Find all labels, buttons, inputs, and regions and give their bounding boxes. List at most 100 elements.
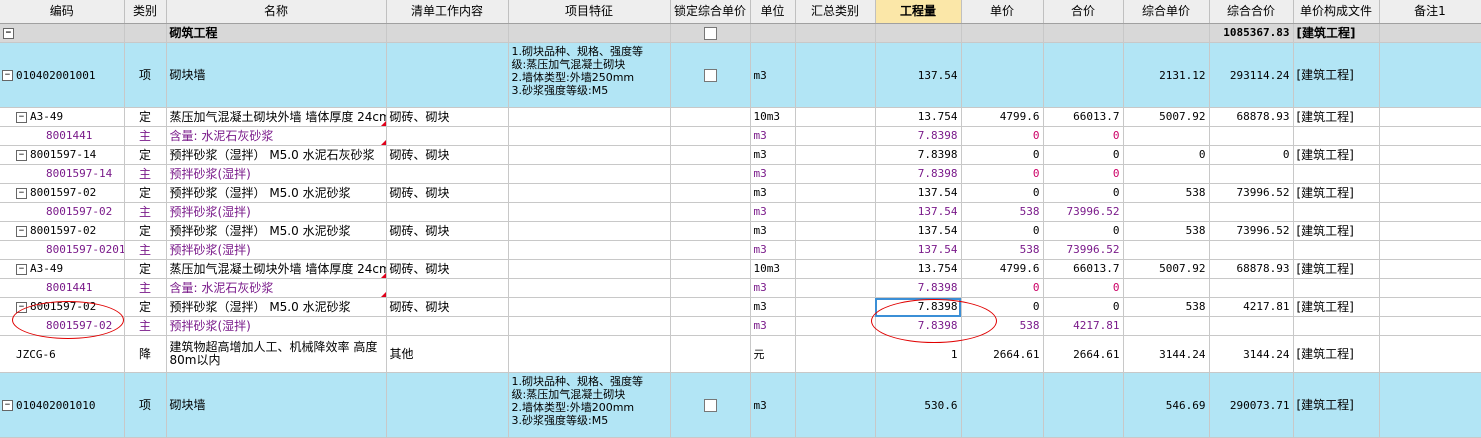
row-quantity[interactable]: 13.754: [875, 107, 962, 127]
collapse-icon[interactable]: [16, 187, 27, 199]
row-code: JZCG-6: [0, 335, 125, 373]
column-header-row: 编码 类别 名称 清单工作内容 项目特征 锁定综合单价 单位 汇总类别 工程量 …: [0, 0, 1481, 24]
row-quantity[interactable]: 1: [875, 335, 962, 373]
collapse-icon[interactable]: [3, 28, 14, 39]
col-type[interactable]: 类别: [124, 0, 167, 24]
lock-checkbox[interactable]: [703, 27, 717, 40]
quota-row[interactable]: A3-49定蒸压加气混凝土砌块外墙 墙体厚度 24cm砌砖、砌块 10m3 13.7…: [0, 259, 1481, 279]
collapse-icon[interactable]: [16, 263, 27, 275]
row-composite-total: 73996.52: [1209, 183, 1294, 203]
row-quantity[interactable]: 7.8398: [875, 145, 962, 165]
row-quantity[interactable]: 7.8398: [875, 126, 962, 146]
col-total-price[interactable]: 合价: [1043, 0, 1124, 24]
collapse-icon[interactable]: [16, 225, 27, 237]
row-composite-price: [1123, 164, 1210, 184]
row-work-content: 其他: [386, 335, 509, 373]
row-quantity[interactable]: 137.54: [875, 202, 962, 222]
quota-row[interactable]: 8001597-14定预拌砂浆（湿拌） M5.0 水泥石灰砂浆砌砖、砌块 m3 7.…: [0, 145, 1481, 165]
material-row[interactable]: 8001597-0201 主预拌砂浆(湿拌) m3 137.54 538 73996.52: [0, 240, 1481, 260]
item-features: 1.砌块品种、规格、强度等 级:蒸压加气混凝土砌块 2.墙体类型:外墙200mm 3.…: [508, 372, 671, 438]
section-row[interactable]: 砌筑工程 1085367.83 [建筑工程]: [0, 23, 1481, 43]
row-type: 定: [124, 183, 167, 203]
row-total-price: 0: [1043, 164, 1124, 184]
item-unit: m3: [750, 42, 796, 108]
collapse-icon[interactable]: [2, 70, 13, 81]
row-file: [建筑工程]: [1293, 107, 1380, 127]
row-file: [1293, 240, 1380, 260]
quota-row[interactable]: 8001597-02定预拌砂浆（湿拌） M5.0 水泥砂浆砌砖、砌块 m3 137.…: [0, 221, 1481, 241]
material-row[interactable]: 8001441 主含量: 水泥石灰砂浆 m3 7.8398 0 0: [0, 278, 1481, 298]
row-unit-price: 0: [961, 183, 1044, 203]
row-composite-price: [1123, 202, 1210, 222]
row-code: A3-49: [0, 259, 125, 279]
row-composite-price: [1123, 126, 1210, 146]
row-composite-total: [1209, 126, 1294, 146]
material-row[interactable]: 8001597-14 主预拌砂浆(湿拌) m3 7.8398 0 0: [0, 164, 1481, 184]
collapse-icon[interactable]: [16, 111, 27, 123]
item-quantity[interactable]: 530.6: [875, 372, 962, 438]
row-quantity[interactable]: 7.8398: [875, 164, 962, 184]
row-quantity[interactable]: 137.54: [875, 240, 962, 260]
row-type: 主: [124, 278, 167, 298]
col-summary-category[interactable]: 汇总类别: [795, 0, 876, 24]
row-work-content: 砌砖、砌块: [386, 145, 509, 165]
row-quantity[interactable]: 7.8398: [875, 278, 962, 298]
row-unit: m3: [750, 221, 796, 241]
row-unit: 10m3: [750, 259, 796, 279]
col-work-content[interactable]: 清单工作内容: [386, 0, 509, 24]
col-quantity[interactable]: 工程量: [875, 0, 962, 24]
row-quantity[interactable]: 137.54: [875, 183, 962, 203]
quota-row[interactable]: JZCG-6 降建筑物超高增加人工、机械降效率 高度80m以内 其他元 1 2664.6…: [0, 335, 1481, 373]
lock-checkbox[interactable]: [703, 398, 717, 412]
collapse-icon[interactable]: [2, 400, 13, 411]
row-quantity[interactable]: 13.754: [875, 259, 962, 279]
row-total-price: 66013.7: [1043, 259, 1124, 279]
col-features[interactable]: 项目特征: [508, 0, 671, 24]
item-row[interactable]: 010402001010 项 砌块墙 1.砌块品种、规格、强度等级:蒸压加气混凝…: [0, 372, 1481, 438]
row-work-content: 砌砖、砌块: [386, 183, 509, 203]
col-remark[interactable]: 备注1: [1379, 0, 1481, 24]
row-quantity[interactable]: 7.8398: [875, 316, 962, 336]
row-name: 预拌砂浆（湿拌） M5.0 水泥砂浆: [166, 297, 387, 317]
row-file: [建筑工程]: [1293, 297, 1380, 317]
row-work-content: 砌砖、砌块: [386, 221, 509, 241]
row-name: 蒸压加气混凝土砌块外墙 墙体厚度 24cm: [166, 259, 387, 279]
collapse-icon[interactable]: [16, 149, 27, 161]
row-quantity[interactable]: 137.54: [875, 221, 962, 241]
row-composite-total: [1209, 240, 1294, 260]
quota-row[interactable]: A3-49定蒸压加气混凝土砌块外墙 墙体厚度 24cm砌砖、砌块 10m3 13.7…: [0, 107, 1481, 127]
row-quantity[interactable]: 7.8398: [875, 297, 962, 317]
collapse-icon[interactable]: [16, 301, 27, 313]
item-quantity[interactable]: 137.54: [875, 42, 962, 108]
item-composite-price: 2131.12: [1123, 42, 1210, 108]
row-composite-price: 538: [1123, 183, 1210, 203]
section-toggle-cell[interactable]: [0, 23, 125, 43]
col-composite-total[interactable]: 综合合价: [1209, 0, 1294, 24]
row-work-content: [386, 240, 509, 260]
material-row[interactable]: 8001597-02 主预拌砂浆(湿拌) m3 7.8398 538 4217.81: [0, 316, 1481, 336]
col-unit[interactable]: 单位: [750, 0, 796, 24]
col-code[interactable]: 编码: [0, 0, 125, 24]
quota-row[interactable]: 8001597-02定预拌砂浆（湿拌） M5.0 水泥砂浆砌砖、砌块 m3 137.…: [0, 183, 1481, 203]
material-row[interactable]: 8001597-02 主预拌砂浆(湿拌) m3 137.54 538 73996.52: [0, 202, 1481, 222]
row-type: 主: [124, 240, 167, 260]
row-unit: m3: [750, 316, 796, 336]
material-row[interactable]: 8001441 主含量: 水泥石灰砂浆 m3 7.8398 0 0: [0, 126, 1481, 146]
row-unit-price: 0: [961, 297, 1044, 317]
col-price-file[interactable]: 单价构成文件: [1293, 0, 1380, 24]
row-unit-price: 0: [961, 164, 1044, 184]
lock-checkbox[interactable]: [703, 68, 717, 82]
col-composite-unit-price[interactable]: 综合单价: [1123, 0, 1210, 24]
quota-row[interactable]: 8001597-02定预拌砂浆（湿拌） M5.0 水泥砂浆砌砖、砌块 m3 7.83…: [0, 297, 1481, 317]
col-unit-price[interactable]: 单价: [961, 0, 1044, 24]
item-row[interactable]: 010402001001 项 砌块墙 1.砌块品种、规格、强度等级:蒸压加气混凝…: [0, 42, 1481, 108]
col-lock-price[interactable]: 锁定综合单价: [670, 0, 751, 24]
row-composite-price: [1123, 316, 1210, 336]
row-unit: m3: [750, 164, 796, 184]
row-name: 预拌砂浆(湿拌): [166, 316, 387, 336]
row-composite-price: 0: [1123, 145, 1210, 165]
col-name[interactable]: 名称: [166, 0, 387, 24]
row-unit: 元: [750, 335, 796, 373]
row-composite-total: 4217.81: [1209, 297, 1294, 317]
row-type: 主: [124, 202, 167, 222]
